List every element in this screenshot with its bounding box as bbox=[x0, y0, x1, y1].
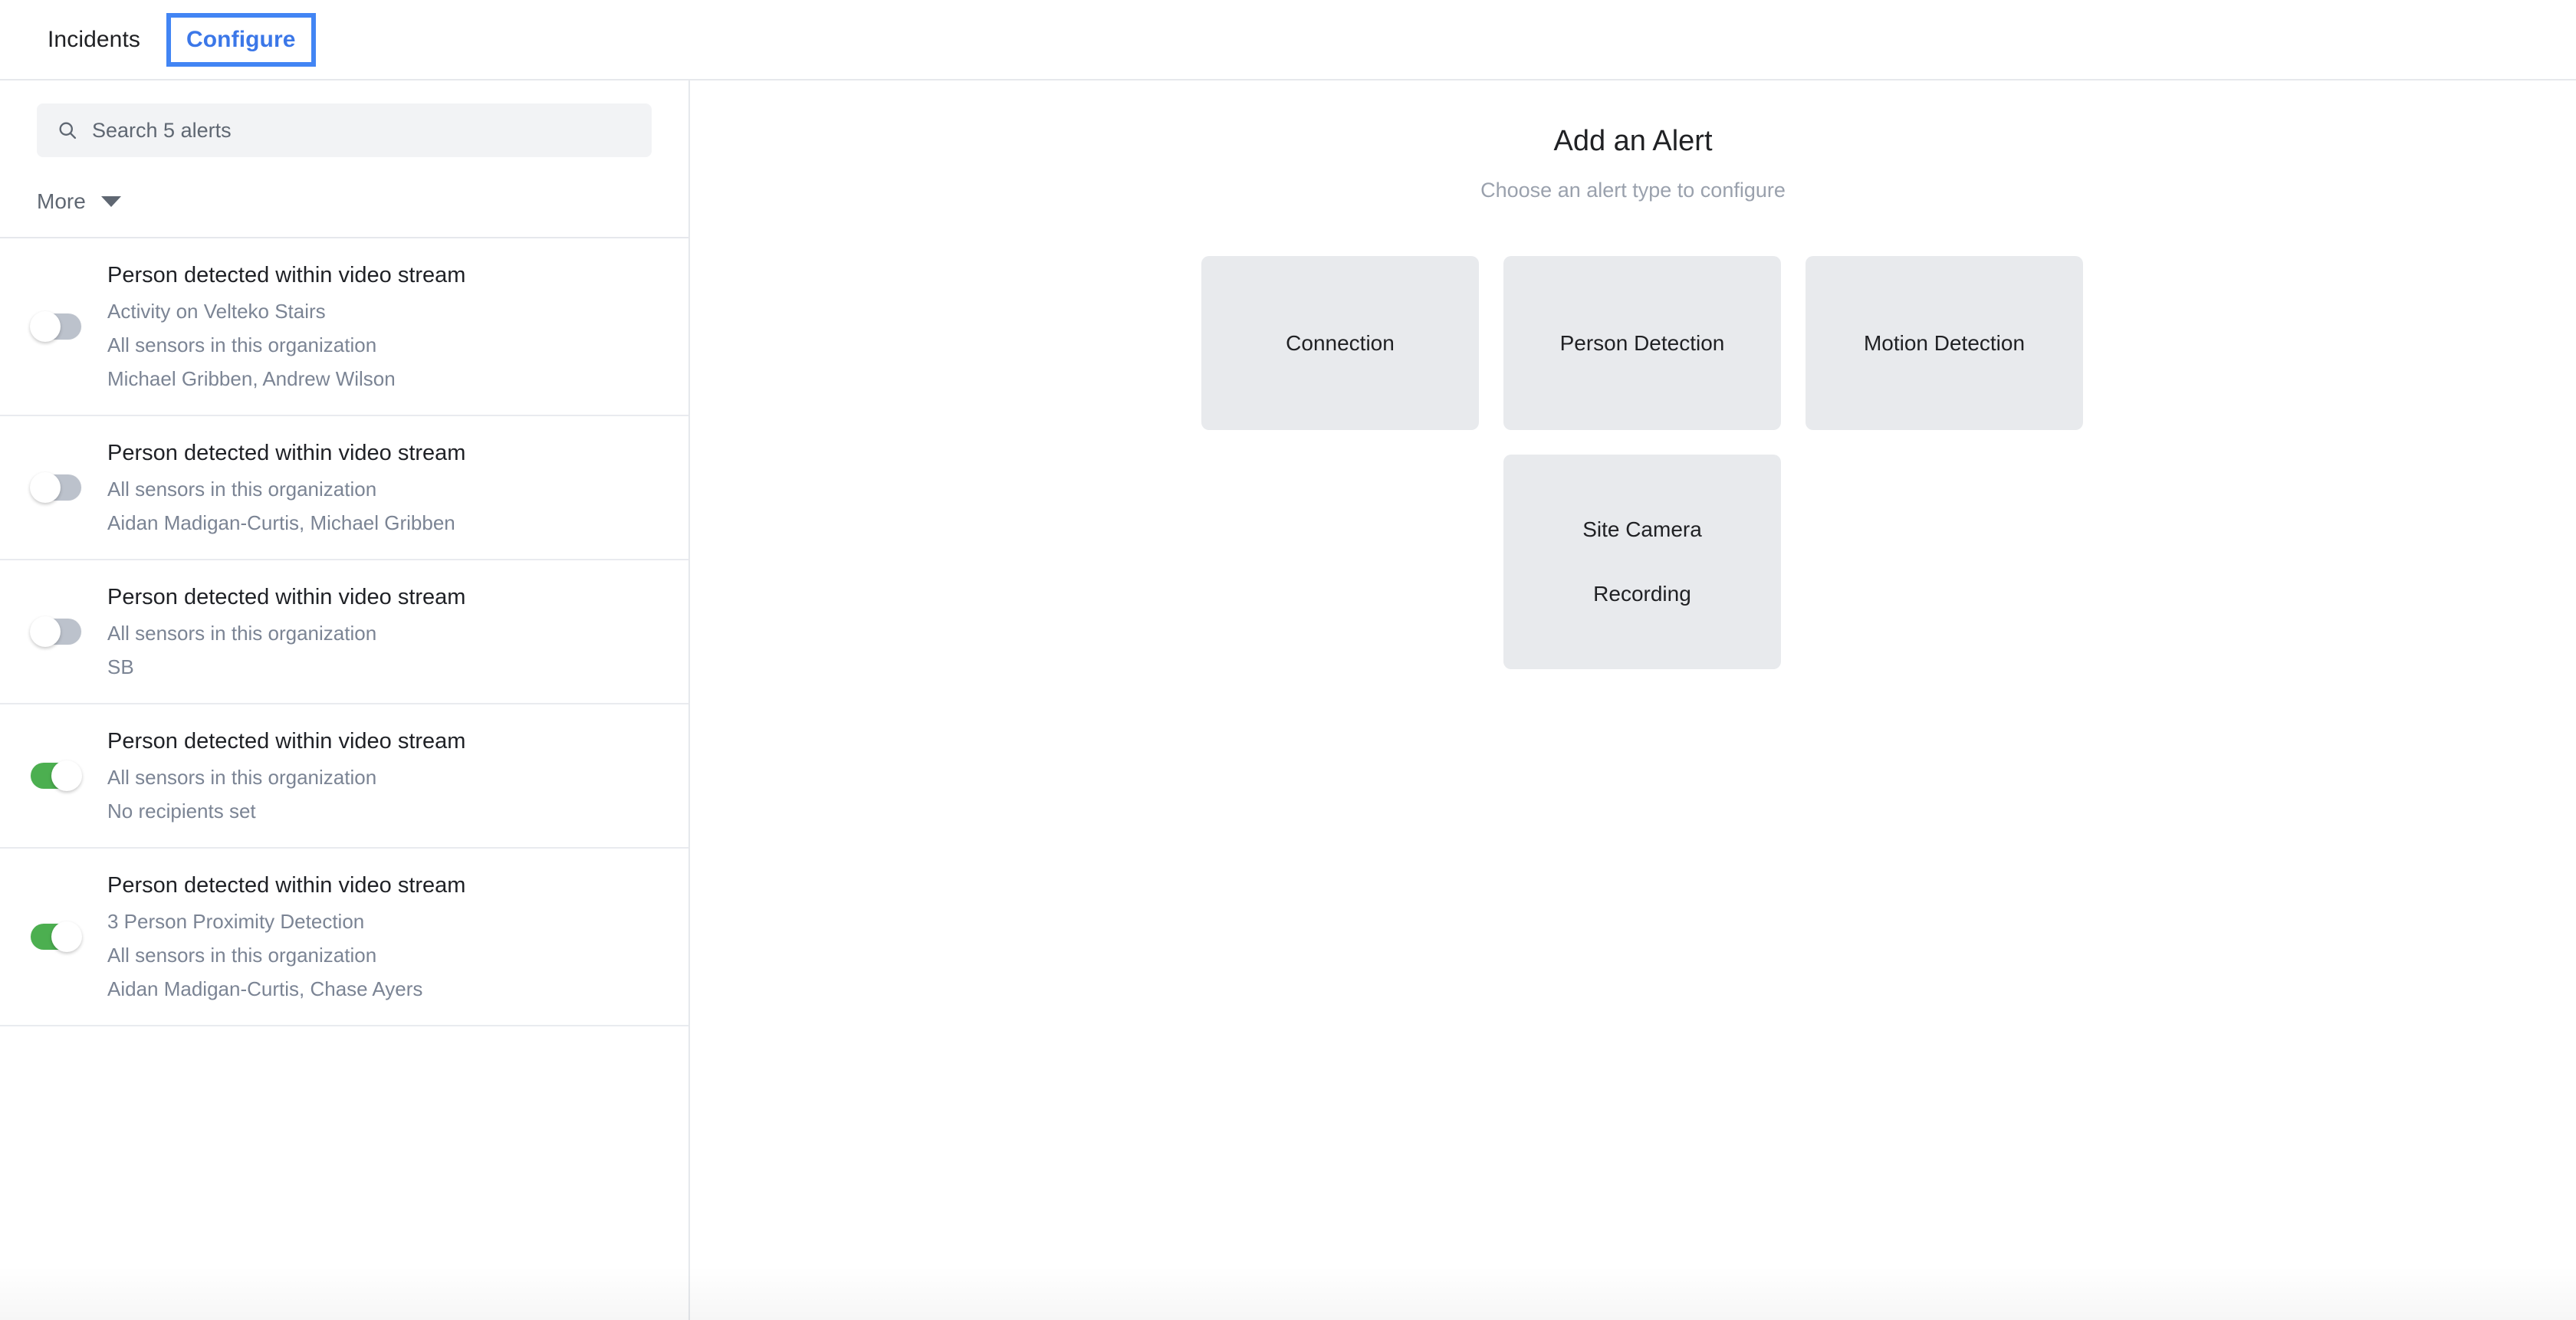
page-title: Add an Alert bbox=[1553, 125, 1713, 157]
alert-enable-toggle[interactable] bbox=[31, 921, 82, 952]
alert-subtitle: All sensors in this organization bbox=[107, 622, 377, 645]
alert-type-card[interactable]: Motion Detection bbox=[1806, 256, 2083, 430]
alert-type-card-label: Site Camera bbox=[1582, 517, 1702, 541]
alert-text-block: Person detected within video stream All s… bbox=[107, 441, 466, 534]
search-input[interactable] bbox=[92, 103, 632, 157]
page-subtitle: Choose an alert type to configure bbox=[1480, 179, 1786, 202]
alert-type-card-label: Person Detection bbox=[1559, 330, 1725, 355]
alert-enable-toggle[interactable] bbox=[30, 472, 81, 503]
alert-enable-toggle[interactable] bbox=[31, 760, 82, 791]
alert-subtitle: Michael Gribben, Andrew Wilson bbox=[107, 367, 396, 390]
alert-list-item[interactable]: Person detected within video stream All s… bbox=[0, 704, 688, 849]
alert-list-item[interactable]: Person detected within video stream 3 Per… bbox=[0, 849, 688, 1026]
alert-enable-toggle[interactable] bbox=[30, 311, 81, 342]
alert-subtitle: All sensors in this organization bbox=[107, 766, 377, 789]
toggle-knob bbox=[51, 921, 82, 952]
alert-enable-toggle[interactable] bbox=[30, 616, 81, 647]
alert-type-card[interactable]: Connection bbox=[1201, 256, 1479, 430]
toggle-knob bbox=[51, 760, 82, 791]
alerts-list: Person detected within video stream Activ… bbox=[0, 238, 688, 1320]
alert-title: Person detected within video stream bbox=[107, 873, 466, 898]
alert-text-block: Person detected within video stream All s… bbox=[107, 729, 466, 823]
alert-subtitle: Aidan Madigan-Curtis, Michael Gribben bbox=[107, 511, 455, 534]
alerts-sidebar: More Person detected within video stream… bbox=[0, 80, 690, 1320]
alert-type-card-label: Recording bbox=[1593, 582, 1691, 606]
page-body: More Person detected within video stream… bbox=[0, 80, 2576, 1320]
alert-title: Person detected within video stream bbox=[107, 441, 466, 465]
alert-subtitle: No recipients set bbox=[107, 800, 256, 823]
top-navigation-bar: Incidents Configure bbox=[0, 0, 2576, 80]
alert-list-item[interactable]: Person detected within video stream All s… bbox=[0, 416, 688, 560]
alert-subtitle: All sensors in this organization bbox=[107, 333, 377, 356]
chevron-down-icon bbox=[100, 196, 121, 207]
alert-title: Person detected within video stream bbox=[107, 585, 466, 609]
more-filter-label: More bbox=[37, 189, 86, 213]
sidebar-header: More bbox=[0, 80, 688, 238]
alert-list-item[interactable]: Person detected within video stream Activ… bbox=[0, 238, 688, 416]
tab-configure[interactable]: Configure bbox=[166, 12, 316, 67]
toggle-knob bbox=[30, 311, 61, 342]
alert-type-card[interactable]: Site Camera Recording bbox=[1503, 455, 1781, 669]
search-field-wrapper[interactable] bbox=[37, 103, 652, 157]
alert-subtitle: All sensors in this organization bbox=[107, 478, 377, 501]
add-alert-panel: Add an Alert Choose an alert type to con… bbox=[690, 80, 2576, 1320]
more-filter-dropdown[interactable]: More bbox=[37, 189, 121, 214]
alert-text-block: Person detected within video stream 3 Per… bbox=[107, 873, 466, 1000]
alert-subtitle: SB bbox=[107, 655, 134, 678]
alert-type-card-grid: Connection Person Detection Motion Detecti… bbox=[1181, 256, 2085, 669]
alert-title: Person detected within video stream bbox=[107, 729, 466, 754]
alert-subtitle: Aidan Madigan-Curtis, Chase Ayers bbox=[107, 977, 423, 1000]
alert-subtitle: All sensors in this organization bbox=[107, 944, 377, 967]
alert-text-block: Person detected within video stream Activ… bbox=[107, 264, 465, 389]
alert-title: Person detected within video stream bbox=[107, 263, 466, 287]
alert-type-card-label: Motion Detection bbox=[1863, 330, 2026, 355]
alert-type-card[interactable]: Person Detection bbox=[1503, 256, 1781, 430]
alerts-configure-page: Incidents Configure More bbox=[0, 0, 2576, 1320]
alert-list-item[interactable]: Person detected within video stream All s… bbox=[0, 560, 688, 704]
toggle-knob bbox=[30, 616, 61, 647]
alert-subtitle: Activity on Velteko Stairs bbox=[107, 300, 326, 323]
alert-subtitle: 3 Person Proximity Detection bbox=[107, 910, 365, 933]
search-icon bbox=[57, 120, 78, 141]
alert-text-block: Person detected within video stream All s… bbox=[107, 585, 466, 678]
alert-type-card-label: Connection bbox=[1286, 330, 1395, 355]
tab-incidents[interactable]: Incidents bbox=[34, 18, 154, 62]
toggle-knob bbox=[30, 472, 61, 503]
